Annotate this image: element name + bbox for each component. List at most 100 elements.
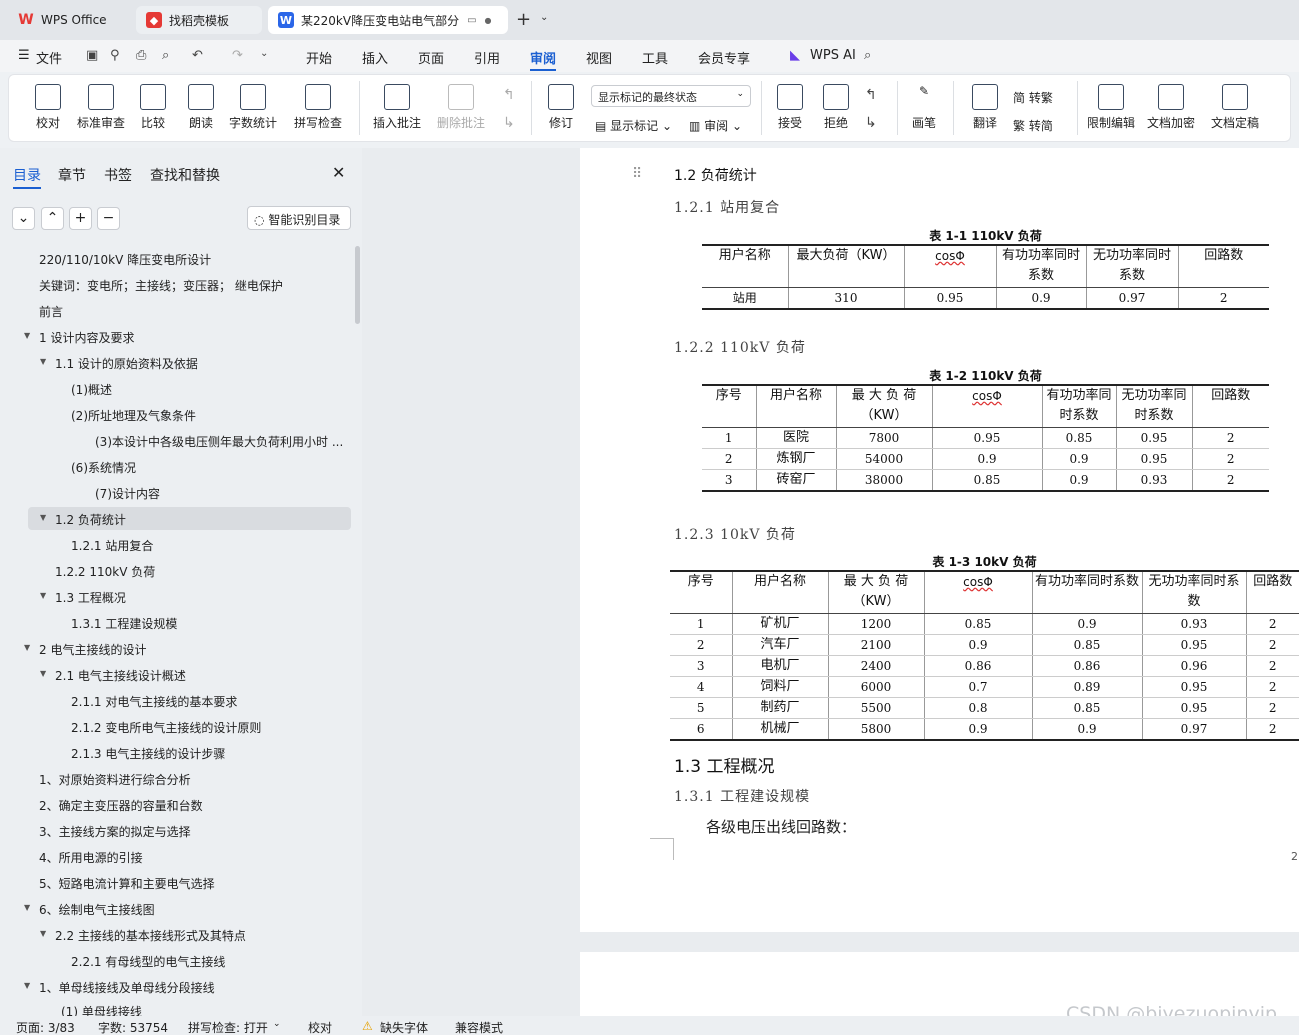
remove-heading-button[interactable]: − (97, 207, 120, 230)
link-icon[interactable]: ⚲ (110, 48, 120, 63)
tab-document[interactable]: W 某220kV降压变电站电气部分 ▭ ● (268, 6, 508, 34)
toc-item[interactable]: 2.1 电气主接线设计概述 (55, 667, 186, 684)
read-aloud-button[interactable]: 朗读 (183, 75, 219, 141)
menu-insert[interactable]: 插入 (362, 48, 388, 67)
panel-tab-chapters[interactable]: 章节 (58, 165, 86, 185)
toc-item[interactable]: 4、所用电源的引接 (39, 849, 143, 866)
panel-tab-bookmarks[interactable]: 书签 (104, 165, 132, 185)
spell-check-button[interactable]: 拼写检查 (287, 75, 349, 141)
smart-toc-button[interactable]: ◌ 智能识别目录 (247, 206, 351, 230)
chevron-down-icon[interactable]: ⌄ (540, 12, 548, 23)
expand-arrow-icon[interactable]: ▼ (40, 513, 46, 522)
toc-item[interactable]: 2.1.2 变电所电气主接线的设计原则 (71, 719, 261, 736)
toc-item[interactable]: (7)设计内容 (95, 485, 160, 502)
more-chevron-icon[interactable]: ⌄ (260, 48, 268, 59)
drag-handle-icon[interactable]: ⠿ (632, 166, 642, 182)
expand-down-button[interactable]: ⌄ (12, 207, 35, 230)
menu-wps-ai[interactable]: WPS AI (810, 48, 856, 63)
toc-item[interactable]: 3、主接线方案的拟定与选择 (39, 823, 191, 840)
reject-button[interactable]: 拒绝 (817, 75, 855, 141)
toc-item[interactable]: 1.1 设计的原始资料及依据 (55, 355, 198, 372)
toc-item[interactable]: 1 设计内容及要求 (39, 329, 134, 346)
toc-item[interactable]: 2 电气主接线的设计 (39, 641, 146, 658)
toc-item[interactable]: 1、对原始资料进行综合分析 (39, 771, 191, 788)
toc-item[interactable]: (6)系统情况 (71, 459, 136, 476)
track-changes-button[interactable]: 修订 (541, 75, 581, 141)
print-icon[interactable]: ⎙ (136, 48, 146, 63)
insert-comment-button[interactable]: 插入批注 (371, 75, 423, 141)
menu-file[interactable]: 文件 (36, 48, 62, 67)
menu-home[interactable]: 开始 (306, 48, 332, 67)
toc-item[interactable]: 1.2 负荷统计 (55, 511, 126, 528)
toc-item[interactable]: 前言 (39, 303, 63, 320)
toc-item[interactable]: 1、单母线接线及单母线分段接线 (39, 979, 215, 996)
accept-button[interactable]: 接受 (771, 75, 809, 141)
to-simplified-button[interactable]: 繁 转简 (1013, 117, 1053, 134)
toc-item[interactable]: 2.1.3 电气主接线的设计步骤 (71, 745, 225, 762)
print-preview-icon[interactable]: ⌕ (162, 48, 169, 63)
expand-arrow-icon[interactable]: ▼ (24, 981, 30, 990)
add-heading-button[interactable]: + (69, 207, 92, 230)
encrypt-button[interactable]: 文档加密 (1145, 75, 1197, 141)
review-pane-button[interactable]: ▥ 审阅 ⌄ (689, 117, 742, 134)
panel-tab-toc[interactable]: 目录 (13, 165, 41, 189)
expand-arrow-icon[interactable]: ▼ (24, 903, 30, 912)
menu-tools[interactable]: 工具 (642, 48, 668, 67)
toc-item[interactable]: (2)所址地理及气象条件 (71, 407, 196, 424)
toc-item[interactable]: 1.2.2 110kV 负荷 (55, 563, 155, 580)
next-change-icon[interactable]: ↳ (865, 115, 877, 131)
save-icon[interactable]: ▣ (86, 48, 98, 63)
toc-item[interactable]: 2.2 主接线的基本接线形式及其特点 (55, 927, 246, 944)
toc-item[interactable]: 2.1.1 对电气主接线的基本要求 (71, 693, 237, 710)
prev-comment-icon[interactable]: ↰ (503, 87, 515, 103)
compare-button[interactable]: 比较 (133, 75, 173, 141)
prev-change-icon[interactable]: ↰ (865, 87, 877, 103)
menu-review[interactable]: 审阅 (530, 48, 557, 71)
hamburger-icon[interactable]: ☰ (18, 48, 30, 63)
toc-item[interactable]: 6、绘制电气主接线图 (39, 901, 155, 918)
search-icon[interactable]: ⌕ (864, 48, 871, 63)
toc-item[interactable]: 220/110/10kV 降压变电所设计 (39, 251, 211, 268)
tab-templates[interactable]: ◆ 找稻壳模板 (136, 6, 262, 34)
markup-mode-select[interactable]: 显示标记的最终状态 ⌄ (591, 85, 751, 107)
finalize-button[interactable]: 文档定稿 (1205, 75, 1265, 141)
redo-icon[interactable]: ↷ (232, 48, 243, 63)
status-page[interactable]: 页面: 3/83 (16, 1019, 75, 1035)
tab-wps-office[interactable]: W WPS Office (8, 6, 126, 34)
panel-tab-find-replace[interactable]: 查找和替换 (150, 165, 220, 185)
toc-item[interactable]: 1.3 工程概况 (55, 589, 126, 606)
translate-button[interactable]: 翻译 (965, 75, 1005, 141)
close-icon[interactable]: ✕ (332, 163, 345, 182)
proofread-button[interactable]: 校对 (29, 75, 67, 141)
delete-comment-button[interactable]: 删除批注 (431, 75, 491, 141)
pen-button[interactable]: ✎ 画笔 (907, 75, 941, 141)
status-spell-check[interactable]: 拼写检查: 打开 (188, 1019, 268, 1035)
expand-arrow-icon[interactable]: ▼ (40, 669, 46, 678)
scrollbar-thumb[interactable] (355, 246, 360, 324)
toc-item[interactable]: 1.3.1 工程建设规模 (71, 615, 177, 632)
new-tab-icon[interactable]: + (516, 9, 531, 30)
undo-icon[interactable]: ↶ (192, 48, 203, 63)
status-proofread[interactable]: 校对 (308, 1019, 332, 1035)
menu-page[interactable]: 页面 (418, 48, 444, 67)
restrict-edit-button[interactable]: 限制编辑 (1085, 75, 1137, 141)
collapse-up-button[interactable]: ⌃ (41, 207, 64, 230)
toc-item[interactable]: 2.2.1 有母线型的电气主接线 (71, 953, 225, 970)
expand-arrow-icon[interactable]: ▼ (40, 929, 46, 938)
next-comment-icon[interactable]: ↳ (503, 115, 515, 131)
word-count-button[interactable]: 字数统计 (225, 75, 281, 141)
status-compat-mode[interactable]: 兼容模式 (455, 1019, 503, 1035)
expand-arrow-icon[interactable]: ▼ (24, 331, 30, 340)
toc-item[interactable]: 2、确定主变压器的容量和台数 (39, 797, 203, 814)
std-review-button[interactable]: 标准审查 (73, 75, 129, 141)
toc-item[interactable]: 5、短路电流计算和主要电气选择 (39, 875, 215, 892)
status-missing-font[interactable]: 缺失字体 (380, 1019, 428, 1035)
status-word-count[interactable]: 字数: 53754 (98, 1019, 168, 1035)
menu-references[interactable]: 引用 (474, 48, 500, 67)
to-traditional-button[interactable]: 简 转繁 (1013, 89, 1053, 106)
menu-view[interactable]: 视图 (586, 48, 612, 67)
toc-item[interactable]: 关键词：变电所；主接线；变压器； 继电保护 (39, 277, 283, 294)
menu-member[interactable]: 会员专享 (698, 48, 750, 67)
show-markup-button[interactable]: ▤ 显示标记 ⌄ (595, 117, 672, 134)
toc-item[interactable]: 1.2.1 站用复合 (71, 537, 153, 554)
